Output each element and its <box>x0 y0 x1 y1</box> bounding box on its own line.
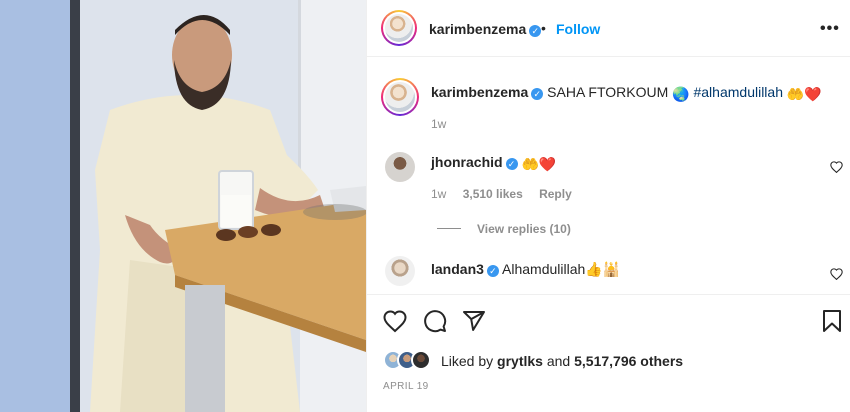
caption: karimbenzema ✓ SAHA FTORKOUM 🌏 #alhamduli… <box>431 84 822 103</box>
post-side-panel: karimbenzema ✓ • Follow ••• karimbenzema ✓… <box>366 0 850 412</box>
more-options-icon[interactable]: ••• <box>820 20 840 38</box>
comment-text: Alhamdulillah👍🕌 <box>502 261 621 277</box>
follow-button[interactable]: Follow <box>556 21 600 37</box>
author-username[interactable]: karimbenzema ✓ <box>429 21 542 37</box>
heart-outline-icon[interactable] <box>383 309 409 335</box>
likes-count[interactable]: 5,517,796 others <box>574 353 683 369</box>
comment-time[interactable]: 1w <box>431 187 446 201</box>
comment-avatar-landan3[interactable] <box>385 256 415 286</box>
post-date[interactable]: APRIL 19 <box>383 381 429 392</box>
bookmark-icon[interactable] <box>820 309 846 335</box>
comment-meta: 1w 3,510 likes Reply <box>431 187 585 201</box>
liked-by-user[interactable]: grytlks <box>497 353 543 369</box>
view-replies-label[interactable]: View replies (10) <box>477 222 571 236</box>
caption-time[interactable]: 1w <box>431 117 446 131</box>
comment-username[interactable]: jhonrachid <box>431 154 503 170</box>
comment-text: 🤲❤️ <box>521 156 557 172</box>
verified-badge-icon: ✓ <box>529 25 542 37</box>
caption-trailing-emojis: 🤲❤️ <box>786 86 822 102</box>
comment-landan3: landan3 ✓ Alhamdulillah👍🕌 <box>431 261 620 278</box>
caption-username[interactable]: karimbenzema <box>431 84 528 100</box>
caption-hashtag[interactable]: #alhamdulillah <box>693 84 783 100</box>
separator-dot: • <box>541 20 546 36</box>
caption-body: SAHA FTORKOUM <box>547 84 669 100</box>
author-username-text[interactable]: karimbenzema <box>429 21 526 37</box>
paper-plane-icon[interactable] <box>462 309 488 335</box>
photo-illustration <box>0 0 366 412</box>
liked-by-row: Liked by grytlks and 5,517,796 others <box>383 348 843 374</box>
like-comment-heart-icon[interactable] <box>830 161 843 176</box>
view-replies-button[interactable]: View replies (10) <box>437 222 571 236</box>
comment-username[interactable]: landan3 <box>431 261 484 277</box>
likes-summary: Liked by grytlks and 5,517,796 others <box>441 353 683 369</box>
verified-badge-icon: ✓ <box>531 88 544 100</box>
post-photo[interactable] <box>0 0 366 412</box>
likes-prefix: Liked by <box>441 353 498 369</box>
globe-emoji-icon: 🌏 <box>672 86 690 102</box>
post-header: karimbenzema ✓ • Follow ••• <box>367 0 850 57</box>
author-avatar[interactable] <box>381 10 417 46</box>
liker-avatar[interactable] <box>411 350 431 370</box>
verified-badge-icon: ✓ <box>505 158 518 170</box>
comment-likes[interactable]: 3,510 likes <box>463 187 523 201</box>
caption-meta: 1w <box>431 117 459 131</box>
verified-badge-icon: ✓ <box>486 265 499 277</box>
comment-jhonrachid: jhonrachid ✓ 🤲❤️ <box>431 154 556 173</box>
replies-divider-line <box>437 228 461 229</box>
reply-button[interactable]: Reply <box>539 187 572 201</box>
comments-section: karimbenzema ✓ SAHA FTORKOUM 🌏 #alhamduli… <box>367 58 850 295</box>
comment-bubble-icon[interactable] <box>423 309 449 335</box>
comment-avatar-jhonrachid[interactable] <box>385 152 415 182</box>
caption-avatar[interactable] <box>381 78 419 116</box>
like-comment-heart-icon[interactable] <box>830 268 843 283</box>
post-actions-bar <box>367 296 850 346</box>
likes-middle: and <box>542 353 575 369</box>
